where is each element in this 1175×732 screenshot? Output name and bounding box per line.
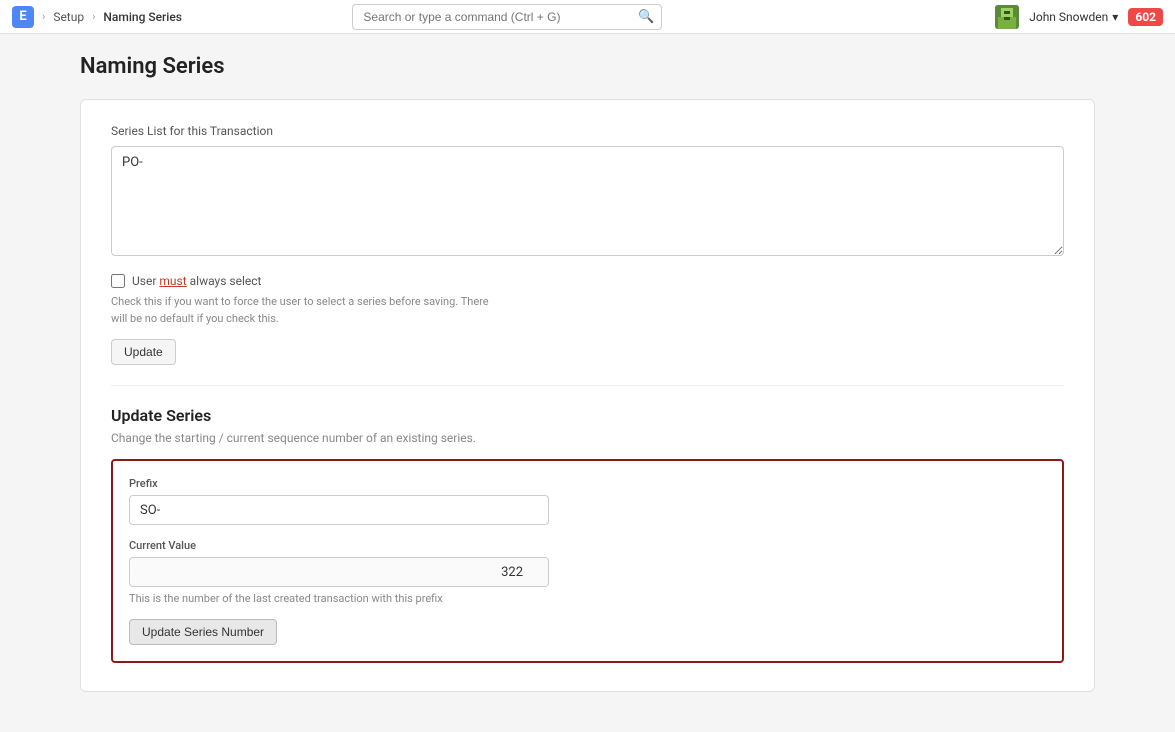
topnav: E › Setup › Naming Series 🔍 John Snowden… (0, 0, 1175, 34)
prefix-field-group: Prefix (129, 477, 1046, 525)
prefix-input[interactable] (129, 495, 549, 525)
must-select-checkbox[interactable] (111, 274, 125, 288)
search-wrapper: 🔍 (352, 4, 662, 30)
current-value-field-group: Current Value This is the number of the … (129, 539, 1046, 605)
current-value-input[interactable] (129, 557, 549, 587)
update-series-title: Update Series (111, 406, 1064, 425)
update-series-section: Update Series Change the starting / curr… (111, 406, 1064, 663)
breadcrumb-chevron-1: › (42, 10, 45, 23)
checkbox-description: Check this if you want to force the user… (111, 294, 1064, 327)
update-series-number-button[interactable]: Update Series Number (129, 619, 277, 645)
nav-logo: E (12, 6, 34, 28)
search-input[interactable] (352, 4, 662, 30)
search-icon: 🔍 (638, 9, 654, 24)
notification-badge[interactable]: 602 (1128, 8, 1163, 26)
page-title: Naming Series (0, 54, 1175, 79)
series-list-label: Series List for this Transaction (111, 124, 1064, 138)
avatar-image (995, 5, 1019, 29)
breadcrumb-naming-series: Naming Series (103, 10, 182, 24)
user-name-label[interactable]: John Snowden ▾ (1029, 10, 1118, 24)
current-value-label: Current Value (129, 539, 1046, 552)
series-list-textarea[interactable]: PO- (111, 146, 1064, 256)
page-wrapper: Naming Series Series List for this Trans… (0, 34, 1175, 732)
section-divider (111, 385, 1064, 386)
nav-right: John Snowden ▾ 602 (995, 5, 1163, 29)
series-list-section: Series List for this Transaction PO- Use… (111, 124, 1064, 365)
update-series-desc: Change the starting / current sequence n… (111, 431, 1064, 445)
checkbox-label: User must always select (132, 274, 261, 288)
update-series-box: Prefix Current Value This is the number … (111, 459, 1064, 663)
breadcrumb-chevron-2: › (92, 10, 95, 23)
breadcrumb-setup[interactable]: Setup (53, 10, 84, 24)
checkbox-row: User must always select (111, 274, 1064, 288)
update-button[interactable]: Update (111, 339, 176, 365)
main-card: Series List for this Transaction PO- Use… (80, 99, 1095, 692)
avatar (995, 5, 1019, 29)
current-value-hint: This is the number of the last created t… (129, 592, 1046, 605)
prefix-label: Prefix (129, 477, 1046, 490)
